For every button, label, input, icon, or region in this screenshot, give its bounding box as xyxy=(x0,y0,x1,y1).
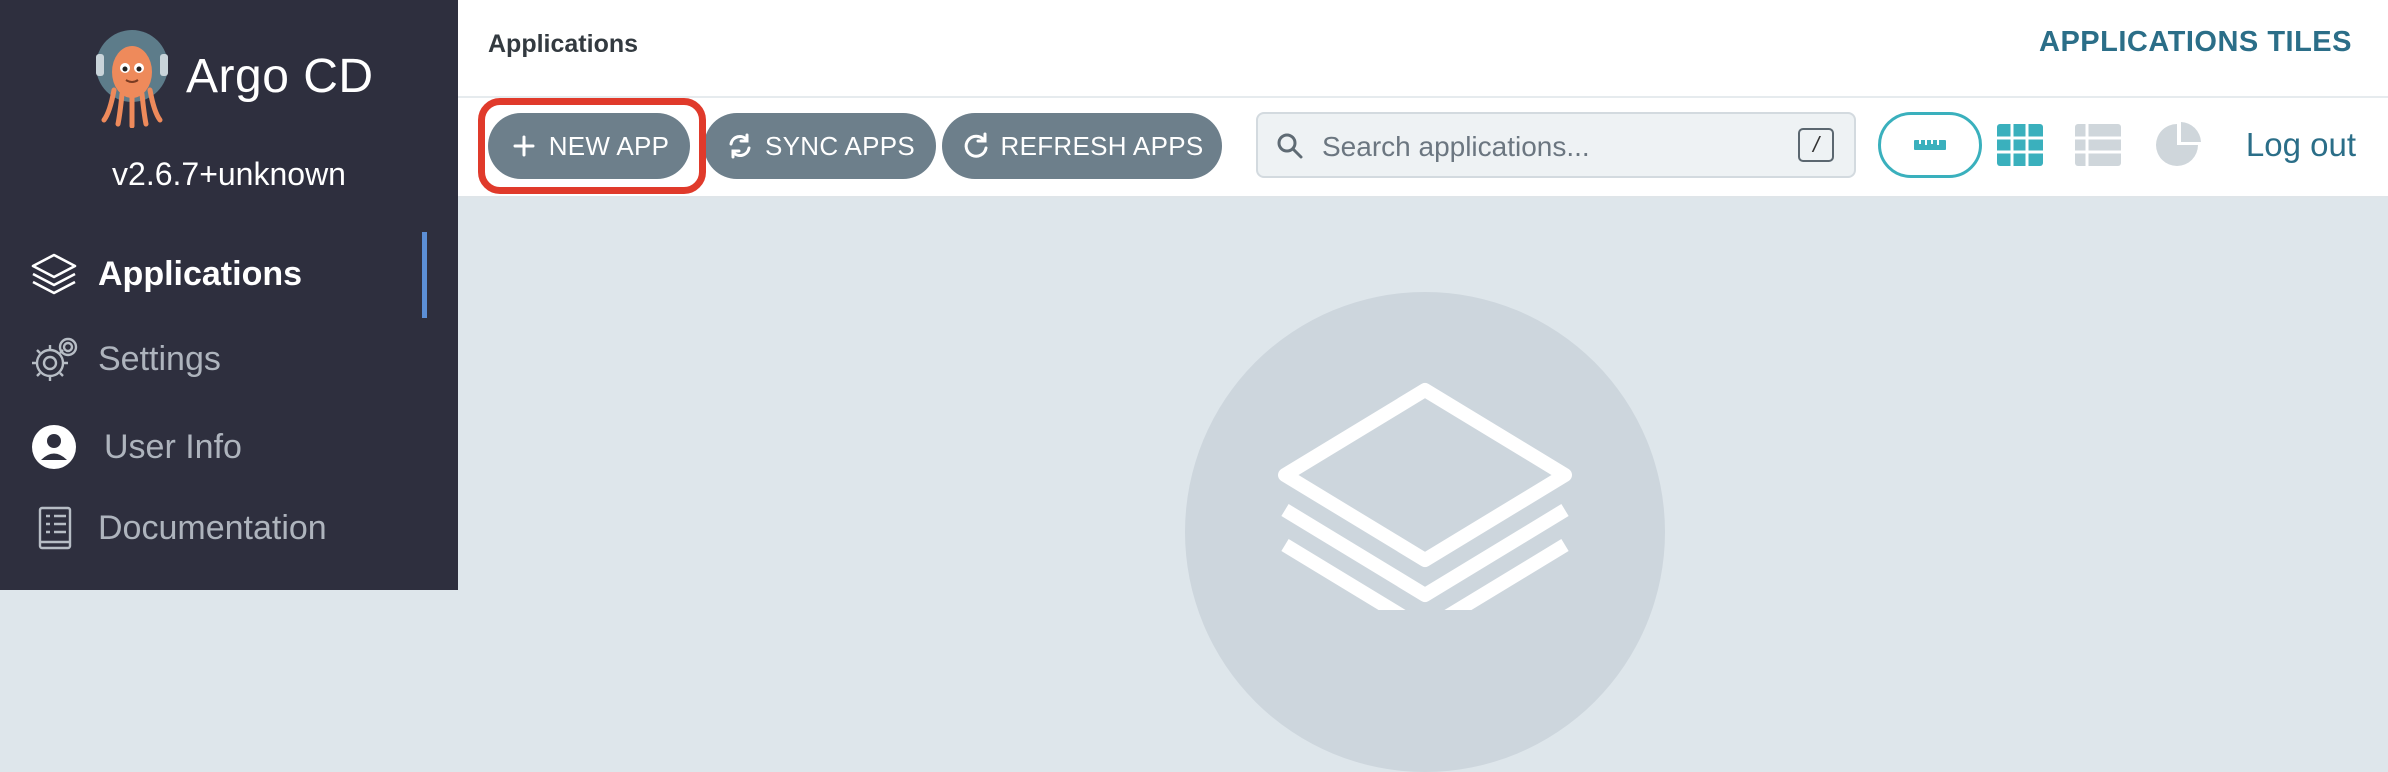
logout-link[interactable]: Log out xyxy=(2246,126,2356,164)
refresh-apps-label: REFRESH APPS xyxy=(1000,130,1204,161)
search-box: / xyxy=(1256,112,1856,178)
new-app-button[interactable]: NEW APP xyxy=(488,113,690,179)
tiles-view-icon[interactable] xyxy=(1995,120,2045,170)
pie-chart-view-icon[interactable] xyxy=(2153,120,2203,170)
layers-icon xyxy=(28,248,80,300)
sync-apps-label: SYNC APPS xyxy=(764,130,916,161)
argo-octopus-logo-icon xyxy=(96,30,168,128)
search-input[interactable] xyxy=(1320,124,1784,170)
sync-apps-button[interactable]: SYNC APPS xyxy=(704,113,936,179)
sidebar-item-label: Documentation xyxy=(98,508,327,547)
list-view-icon[interactable] xyxy=(2073,120,2123,170)
plus-icon xyxy=(509,131,539,161)
sidebar-item-label: User Info xyxy=(104,427,242,466)
brand-name: Argo CD xyxy=(186,49,374,103)
page-title: Applications xyxy=(488,30,639,58)
sidebar: Argo CD v2.6.7+unknown Applications Sett… xyxy=(0,0,458,590)
new-app-label: NEW APP xyxy=(548,130,670,161)
sidebar-item-applications[interactable]: Applications xyxy=(28,242,428,306)
active-indicator xyxy=(422,232,427,318)
sidebar-item-settings[interactable]: Settings xyxy=(28,327,428,391)
search-icon xyxy=(1277,133,1303,159)
toolbar: NEW APP SYNC APPS REFRESH APPS / xyxy=(458,98,2388,198)
sidebar-item-label: Applications xyxy=(98,254,303,293)
user-circle-icon xyxy=(28,421,80,473)
brand[interactable]: Argo CD xyxy=(92,28,374,128)
sidebar-item-label: Settings xyxy=(98,339,221,378)
sidebar-item-documentation[interactable]: Documentation xyxy=(28,496,428,560)
page-header: Applications APPLICATIONS TILES xyxy=(458,0,2388,98)
sidebar-item-user-info[interactable]: User Info xyxy=(28,415,428,479)
refresh-icon xyxy=(961,131,991,161)
sync-icon xyxy=(725,131,755,161)
gear-icon xyxy=(28,333,80,385)
ruler-icon xyxy=(1914,140,1946,150)
refresh-apps-button[interactable]: REFRESH APPS xyxy=(942,113,1222,179)
filters-toggle-button[interactable] xyxy=(1878,112,1982,178)
view-title: APPLICATIONS TILES xyxy=(2039,26,2352,58)
layers-icon xyxy=(1278,383,1572,610)
book-icon xyxy=(28,502,80,554)
version-label: v2.6.7+unknown xyxy=(112,156,346,192)
search-shortcut-key: / xyxy=(1798,128,1834,162)
